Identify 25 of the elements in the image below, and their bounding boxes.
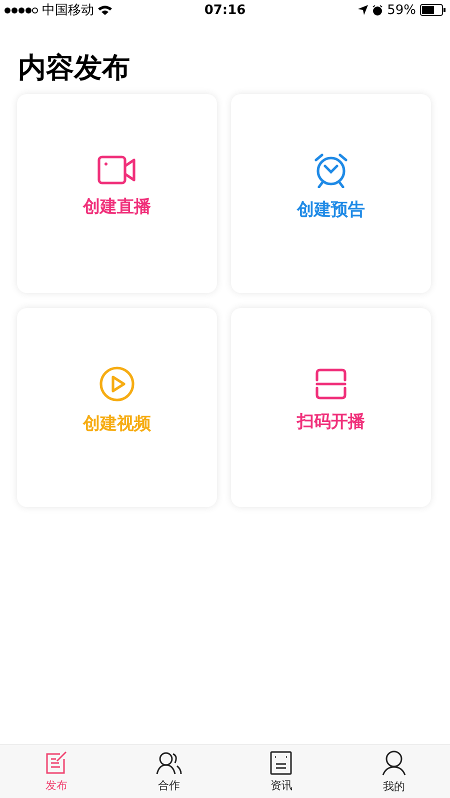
person-icon	[382, 750, 406, 776]
edit-note-icon	[44, 750, 68, 774]
clock-time: 07:16	[204, 2, 246, 18]
play-icon	[99, 366, 135, 402]
battery-icon	[420, 4, 446, 16]
video-camera-icon	[97, 155, 137, 185]
wifi-icon	[98, 5, 112, 15]
people-icon	[156, 750, 182, 774]
tab-item[interactable]: 我的	[338, 745, 450, 798]
alarm-icon	[372, 4, 384, 16]
scan-icon	[315, 368, 347, 400]
battery-percentage: 59%	[387, 2, 416, 18]
tab-item[interactable]: 发布	[0, 745, 112, 798]
publish-card[interactable]: 创建预告	[231, 94, 431, 293]
alarm-clock-icon	[313, 152, 349, 188]
tab-item[interactable]: 合作	[112, 745, 225, 798]
publish-card[interactable]: 扫码开播	[231, 308, 431, 507]
tab-item[interactable]: 资讯	[225, 745, 338, 798]
signal-icon	[4, 6, 38, 14]
publish-card[interactable]: 创建直播	[17, 94, 217, 293]
carrier-name: 中国移动	[42, 2, 94, 19]
page-title: 内容发布	[18, 52, 131, 84]
publish-card[interactable]: 创建视频	[17, 308, 217, 507]
news-icon	[270, 750, 292, 774]
location-arrow-icon	[358, 5, 368, 15]
